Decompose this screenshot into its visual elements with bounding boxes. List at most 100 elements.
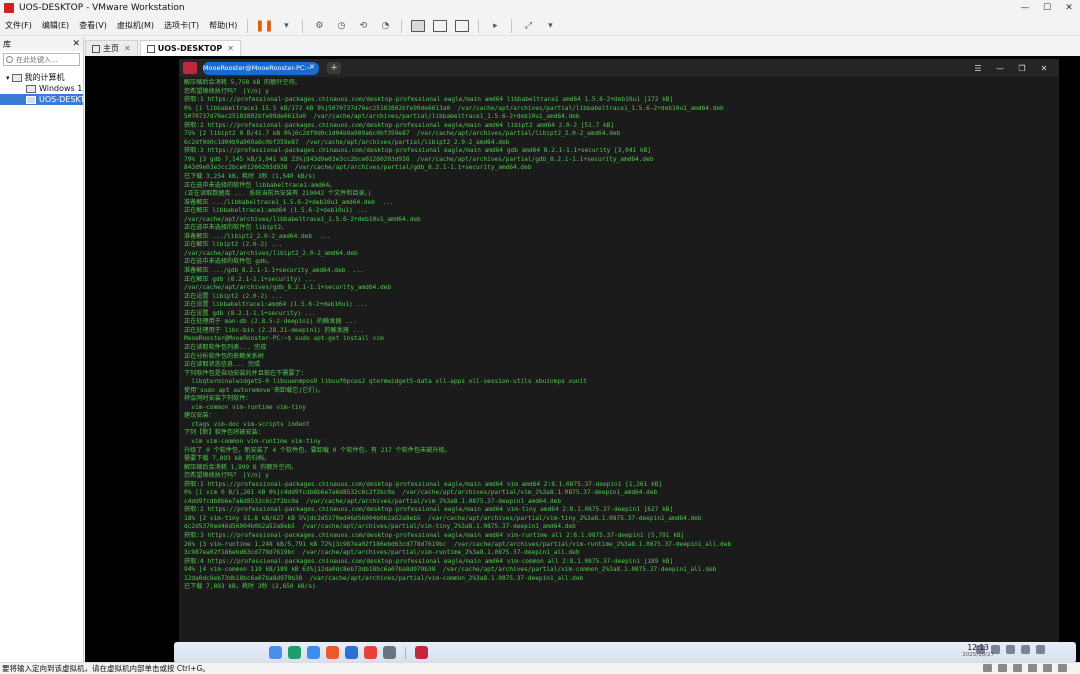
terminal-line: 准备解压 .../libbabeltrace1_1.5.6-2+deb10u1_… [184, 198, 394, 206]
terminal-line: dc2d5370ed46d56004b0b2a52a8eb5 /var/cach… [184, 523, 576, 531]
maximize-button[interactable]: ☐ [1036, 0, 1058, 16]
terminal-line: 3c987ea02f186ebd63cd778d7619bc /var/cach… [184, 549, 580, 557]
terminal-line: (正在读取数据库 ... 系统当前共安装有 210042 个文件和目录。) [184, 190, 372, 198]
usb-icon[interactable] [1028, 664, 1037, 672]
terminal-output[interactable]: 解压缩后会消耗 5,758 kB 的额外空间。 您希望继续执行吗？ [Y/n] y… [179, 77, 1059, 592]
fullscreen-icon[interactable]: ⤢ [521, 19, 535, 33]
tabs-view-icon[interactable] [455, 19, 470, 33]
display-icon[interactable] [1058, 664, 1067, 672]
statusbar: 要将输入定向到该虚拟机，请在虚拟机内部单击或按 Ctrl+G。 [0, 662, 1080, 674]
tab-label: 主页 [103, 44, 119, 53]
terminal-line: vim-common vim-runtime vim-tiny [184, 403, 307, 411]
terminal-line: 已下载 3,254 kB，耗时 3秒 (1,540 kB/s) [184, 173, 316, 181]
menu-view[interactable]: 查看(V) [74, 20, 112, 31]
new-tab-button[interactable]: + [327, 62, 341, 74]
toolbar-separator [247, 18, 249, 33]
terminal-line: 正在解压 gdb (8.2.1-1.1+security) ... [184, 275, 316, 283]
terminal-line: /var/cache/apt/archives/libipt2_2.0-2_am… [184, 249, 358, 257]
tab-home[interactable]: 主页 ✕ [85, 40, 138, 56]
sound-icon[interactable] [1043, 664, 1052, 672]
terminal-line: libqterminalwidget5-0 libuuenmpos0 libuu… [184, 378, 587, 386]
terminal-line: vim vim-common vim-runtime vim-tiny [184, 437, 321, 445]
menu-file[interactable]: 文件(F) [0, 20, 37, 31]
fullscreen-chevron-icon[interactable]: ▾ [543, 19, 557, 33]
tree-item-windows10[interactable]: Windows 10 [0, 83, 83, 94]
tab-uos-desktop[interactable]: UOS-DESKTOP ✕ [139, 40, 241, 56]
close-icon[interactable]: ✕ [227, 44, 234, 53]
vm-icon [26, 84, 36, 93]
maximize-icon[interactable]: ❐ [1011, 64, 1033, 73]
terminal-line: 已下载 7,893 kB，耗时 3秒 (2,650 kB/s) [184, 583, 316, 591]
vm-console[interactable]: MooeRooster@MooeRooster-PC:~ ✕ + ☰ — ❐ ✕… [85, 56, 1080, 662]
close-icon[interactable]: ✕ [309, 63, 315, 71]
terminal-app-icon [183, 62, 197, 74]
dock-settings-icon[interactable] [383, 646, 396, 659]
terminal-line: 正在解压 libipt2 (2.0-2) ... [184, 241, 283, 249]
terminal-line: 正在解压 libbabeltrace1:amd64 (1.5.6-2+deb10… [184, 207, 368, 215]
terminal-tab[interactable]: MooeRooster@MooeRooster-PC:~ ✕ [203, 61, 319, 75]
vmware-titlebar: UOS-DESKTOP - VMware Workstation — ☐ ✕ [0, 0, 1080, 16]
dock-clock[interactable]: 12:13 2025/10/27 [962, 643, 994, 658]
terminal-line: 正在读取软件包列表... 完成 [184, 343, 267, 351]
terminal-line: 建议安装： [184, 412, 215, 420]
pause-icon[interactable]: ❚❚ [255, 19, 273, 33]
terminal-titlebar: MooeRooster@MooeRooster-PC:~ ✕ + ☰ — ❐ ✕ [179, 59, 1059, 77]
cd-rom-icon[interactable] [998, 664, 1007, 672]
hard-disk-icon[interactable] [983, 664, 992, 672]
minimize-icon[interactable]: — [989, 64, 1011, 73]
search-icon [6, 56, 13, 63]
thumbnail-bar-icon[interactable] [433, 19, 448, 33]
menu-icon[interactable]: ☰ [967, 64, 989, 73]
tree-item-label: UOS-DESKTOP [39, 95, 83, 104]
terminal-line: 0% [1 libbabeltrace1 15.5 kB/172 kB 9%]5… [184, 104, 724, 112]
show-library-icon[interactable] [411, 19, 426, 33]
terminal-line: 准备解压 .../gdb_8.2.1-1.1+security_amd64.de… [184, 267, 364, 275]
library-close-button[interactable]: ✕ [72, 39, 80, 49]
dock-browser-icon[interactable] [345, 646, 358, 659]
terminal-line: 正在分析软件包的依赖关系树 [184, 352, 264, 360]
power-icon[interactable] [1036, 645, 1045, 654]
close-icon[interactable]: ✕ [1033, 64, 1055, 73]
library-search-input[interactable]: 在此处键入... [3, 53, 80, 66]
dock-apps [266, 646, 399, 659]
dock-app-store-icon[interactable] [326, 646, 339, 659]
terminal-line: 正在处理用于 man-db (2.8.5-2-deepin1) 的触发器 ... [184, 318, 357, 326]
tree-item-label: Windows 10 [39, 84, 83, 93]
dock-launcher-icon[interactable] [269, 646, 282, 659]
snapshot-icon[interactable]: ◷ [334, 19, 348, 33]
menu-edit[interactable]: 编辑(E) [37, 20, 74, 31]
snapshot-manager-icon[interactable]: ◔ [378, 19, 392, 33]
terminal-line: 正在选中未选择的软件包 libipt2。 [184, 224, 288, 232]
keyboard-icon[interactable] [1006, 645, 1015, 654]
toolbar-separator [302, 18, 304, 33]
menu-tabs[interactable]: 选项卡(T) [159, 20, 204, 31]
dock-file-manager-icon[interactable] [307, 646, 320, 659]
window-controls: — ☐ ✕ [1014, 0, 1080, 16]
dock-music-icon[interactable] [364, 646, 377, 659]
library-tree: ▾ 我的计算机 Windows 10 UOS-DESKTOP [0, 72, 83, 105]
terminal-line: 正在读取状态信息... 完成 [184, 361, 261, 369]
dock-terminal-icon[interactable] [415, 646, 428, 659]
send-ctrl-alt-del-icon[interactable]: ⚙ [312, 19, 326, 33]
close-icon[interactable]: ✕ [124, 44, 131, 53]
terminal-line: 下列软件包是自动安装的并且现在不需要了： [184, 369, 307, 377]
dropdown-chevron-icon[interactable]: ▾ [279, 19, 293, 33]
home-icon [92, 44, 100, 53]
vm-tab-bar: 主页 ✕ UOS-DESKTOP ✕ [85, 38, 1080, 56]
tree-item-my-computer[interactable]: ▾ 我的计算机 [0, 72, 83, 83]
collapse-icon[interactable]: ▾ [6, 74, 10, 82]
computer-icon [11, 73, 22, 82]
menu-vm[interactable]: 虚拟机(M) [112, 20, 159, 31]
terminal-window[interactable]: MooeRooster@MooeRooster-PC:~ ✕ + ☰ — ❐ ✕… [179, 59, 1059, 651]
menu-help[interactable]: 帮助(H) [204, 20, 242, 31]
tree-item-uos-desktop[interactable]: UOS-DESKTOP [0, 94, 83, 105]
notification-icon[interactable] [1021, 645, 1030, 654]
network-adapter-icon[interactable] [1013, 664, 1022, 672]
console-view-icon[interactable]: ▸ [488, 19, 502, 33]
close-button[interactable]: ✕ [1058, 0, 1080, 16]
dock-multitasking-icon[interactable] [288, 646, 301, 659]
terminal-line: 您希望继续执行吗？ [Y/n] y [184, 472, 269, 480]
revert-snapshot-icon[interactable]: ⟲ [356, 19, 370, 33]
library-title: 库 [3, 39, 11, 49]
minimize-button[interactable]: — [1014, 0, 1036, 16]
